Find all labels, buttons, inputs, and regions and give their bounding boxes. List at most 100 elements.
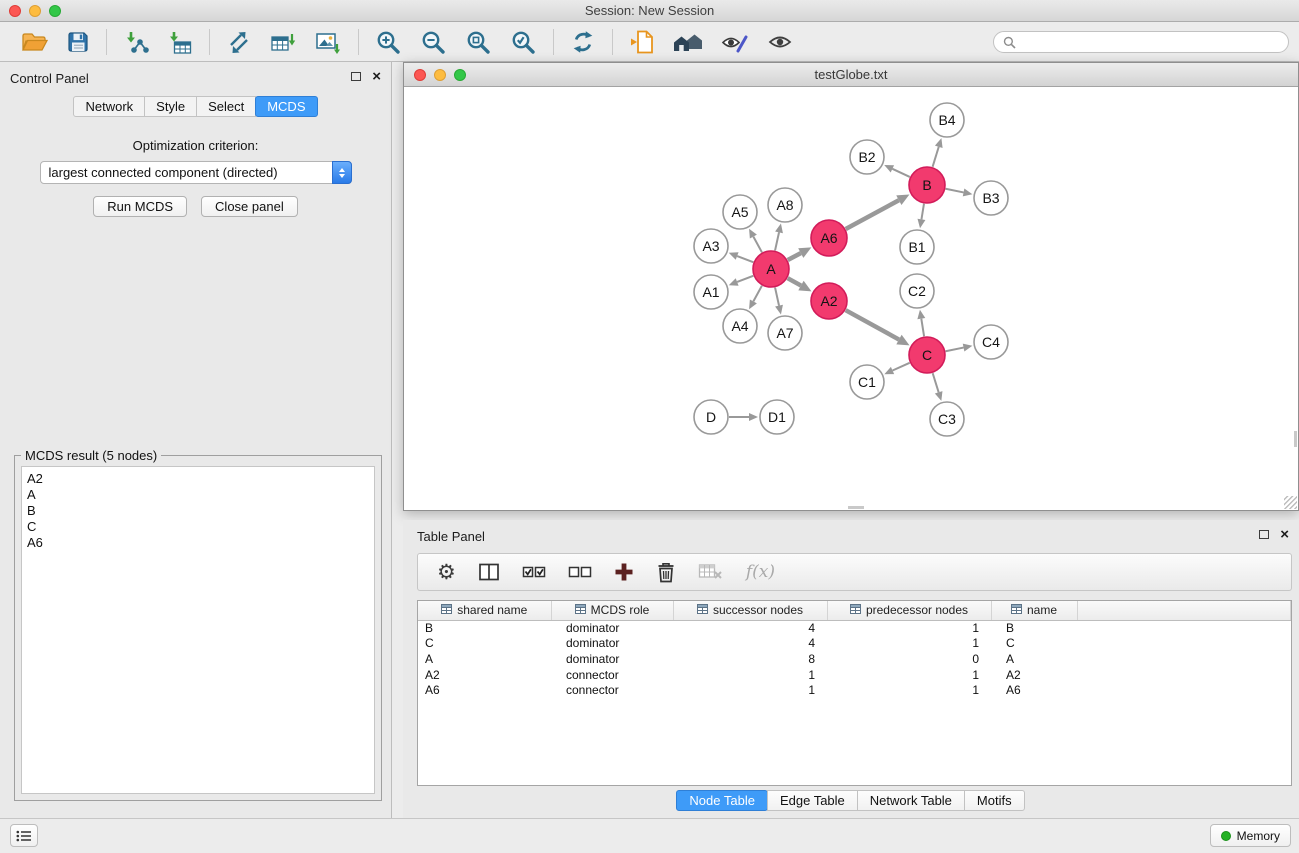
graph-node-A[interactable]: A — [753, 251, 789, 287]
close-table-panel-icon[interactable]: × — [1280, 529, 1289, 540]
table-cell[interactable]: B — [991, 620, 1077, 636]
zoom-out-button[interactable] — [411, 25, 456, 59]
graph-node-D1[interactable]: D1 — [760, 400, 794, 434]
deselect-all-button[interactable] — [557, 563, 603, 581]
graph-node-A5[interactable]: A5 — [723, 195, 757, 229]
table-cell[interactable]: A — [991, 651, 1077, 667]
table-row[interactable]: A2connector11A2 — [418, 667, 1291, 683]
import-table-button[interactable] — [158, 25, 202, 59]
column-header-shared-name[interactable]: shared name — [418, 601, 551, 620]
table-cell[interactable]: C — [991, 636, 1077, 652]
table-cell[interactable]: A6 — [418, 682, 551, 698]
close-panel-button[interactable]: Close panel — [201, 196, 298, 217]
minimize-window-button[interactable] — [29, 5, 41, 17]
graph-edge-B-B4[interactable] — [933, 147, 939, 167]
table-cell[interactable]: connector — [551, 682, 673, 698]
graph-edge-A-A8[interactable] — [775, 232, 779, 250]
add-column-button[interactable] — [603, 562, 645, 582]
run-mcds-button[interactable]: Run MCDS — [93, 196, 187, 217]
network-zoom-button[interactable] — [454, 69, 466, 81]
memory-button[interactable]: Memory — [1210, 824, 1291, 847]
show-hide-button[interactable] — [758, 25, 803, 59]
column-header-predecessor-nodes[interactable]: predecessor nodes — [827, 601, 991, 620]
graph-node-B[interactable]: B — [909, 167, 945, 203]
table-cell[interactable]: B — [418, 620, 551, 636]
graph-node-A3[interactable]: A3 — [694, 229, 728, 263]
tab-motifs[interactable]: Motifs — [964, 790, 1025, 811]
select-all-button[interactable] — [511, 563, 557, 581]
table-cell[interactable]: connector — [551, 667, 673, 683]
table-cell[interactable]: 0 — [827, 651, 991, 667]
table-cell[interactable]: 1 — [673, 682, 827, 698]
refresh-layout-button[interactable] — [561, 25, 605, 59]
network-view-button[interactable] — [217, 25, 261, 59]
table-cell[interactable]: 4 — [673, 636, 827, 652]
graph-node-A7[interactable]: A7 — [768, 316, 802, 350]
zoom-fit-button[interactable] — [456, 25, 501, 59]
graph-node-A1[interactable]: A1 — [694, 275, 728, 309]
table-row[interactable]: Cdominator41C — [418, 636, 1291, 652]
search-input[interactable] — [1021, 35, 1279, 49]
table-row[interactable]: Bdominator41B — [418, 620, 1291, 636]
graph-edge-A-A4[interactable] — [753, 286, 762, 302]
resize-grip[interactable] — [1284, 496, 1297, 509]
graph-node-C1[interactable]: C1 — [850, 365, 884, 399]
graph-node-C2[interactable]: C2 — [900, 274, 934, 308]
home-button[interactable] — [664, 25, 712, 59]
graph-node-D[interactable]: D — [694, 400, 728, 434]
mcds-result-list[interactable]: A2ABCA6 — [21, 466, 375, 794]
graph-edge-B-B2[interactable] — [892, 169, 909, 177]
column-layout-button[interactable] — [467, 562, 511, 582]
graph-edge-C-C3[interactable] — [933, 373, 939, 392]
zoom-selected-button[interactable] — [501, 25, 546, 59]
graph-edge-A-A1[interactable] — [737, 276, 753, 282]
network-table-button[interactable] — [261, 25, 306, 59]
graph-node-C3[interactable]: C3 — [930, 402, 964, 436]
optimization-criterion-dropdown[interactable]: largest connected component (directed) — [40, 161, 352, 184]
tab-select[interactable]: Select — [196, 96, 256, 117]
graph-node-B2[interactable]: B2 — [850, 140, 884, 174]
table-cell[interactable]: A — [418, 651, 551, 667]
graph-node-C4[interactable]: C4 — [974, 325, 1008, 359]
paste-document-button[interactable] — [620, 25, 664, 59]
open-session-button[interactable] — [12, 25, 57, 59]
task-history-button[interactable] — [10, 824, 38, 847]
graph-edge-A6-B[interactable] — [846, 200, 899, 229]
delete-column-button[interactable] — [645, 561, 687, 583]
graph-node-B4[interactable]: B4 — [930, 103, 964, 137]
table-cell[interactable]: dominator — [551, 651, 673, 667]
graph-edge-B-B3[interactable] — [946, 189, 964, 193]
edit-visibility-button[interactable] — [712, 25, 758, 59]
column-header-successor-nodes[interactable]: successor nodes — [673, 601, 827, 620]
table-cell[interactable]: A2 — [991, 667, 1077, 683]
tab-style[interactable]: Style — [144, 96, 197, 117]
graph-node-B3[interactable]: B3 — [974, 181, 1008, 215]
graph-edge-A-A6[interactable] — [788, 253, 801, 260]
table-cell[interactable]: 1 — [827, 667, 991, 683]
column-header-mcds-role[interactable]: MCDS role — [551, 601, 673, 620]
table-row[interactable]: A6connector11A6 — [418, 682, 1291, 698]
table-cell[interactable]: dominator — [551, 620, 673, 636]
graph-edge-A-A3[interactable] — [737, 256, 753, 262]
tab-network-table[interactable]: Network Table — [857, 790, 965, 811]
search-field[interactable] — [993, 31, 1289, 53]
graph-node-A2[interactable]: A2 — [811, 283, 847, 319]
table-cell[interactable]: dominator — [551, 636, 673, 652]
table-cell[interactable]: 1 — [827, 620, 991, 636]
graph-node-A4[interactable]: A4 — [723, 309, 757, 343]
table-cell[interactable]: A2 — [418, 667, 551, 683]
tab-node-table[interactable]: Node Table — [676, 790, 768, 811]
table-cell[interactable]: 1 — [827, 636, 991, 652]
network-canvas[interactable]: B4B2BB3A5A8A6B1A3AC2A1A2A4A7C4CC1C3DD1 — [404, 87, 1298, 510]
horizontal-scroll-hint[interactable] — [848, 506, 864, 509]
export-image-button[interactable] — [306, 25, 351, 59]
network-minimize-button[interactable] — [434, 69, 446, 81]
close-window-button[interactable] — [9, 5, 21, 17]
graph-edge-A2-C[interactable] — [846, 310, 899, 339]
zoom-in-button[interactable] — [366, 25, 411, 59]
delete-table-button[interactable] — [687, 562, 735, 582]
graph-edge-B-B1[interactable] — [921, 204, 924, 220]
graph-edge-C-C2[interactable] — [921, 319, 924, 337]
table-settings-button[interactable]: ⚙ — [426, 562, 467, 583]
graph-edge-A-A5[interactable] — [753, 237, 762, 253]
